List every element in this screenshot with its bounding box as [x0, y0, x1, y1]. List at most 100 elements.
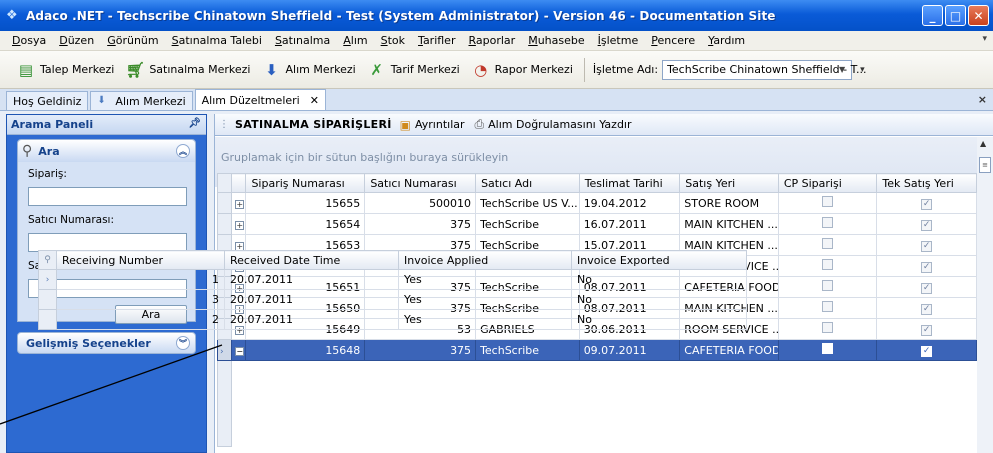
table-row[interactable]: +15654 375 TechScribe 16.07.2011 MAIN KITCHE…: [216, 213, 977, 235]
tab-hos-geldiniz[interactable]: Hoş Geldiniz: [6, 91, 89, 110]
cell-supplier-number[interactable]: 375: [364, 339, 477, 361]
single-site-checkbox[interactable]: ✓: [921, 241, 933, 252]
cell-supplier-number[interactable]: 500010: [364, 192, 477, 214]
row-cell[interactable]: ✓: [876, 192, 977, 214]
column-header-receiving-number[interactable]: Receiving Number: [56, 250, 225, 270]
cell-delivery-date[interactable]: 09.07.2011: [578, 339, 681, 361]
row-cell[interactable]: [777, 318, 878, 340]
single-site-checkbox[interactable]: ✓: [921, 283, 933, 294]
cp-order-checkbox[interactable]: [822, 259, 834, 270]
order-input[interactable]: [28, 187, 187, 206]
alim-merkezi-button[interactable]: ⬇ Alım Merkezi: [257, 56, 358, 84]
menu-isletme[interactable]: İşletme: [598, 34, 639, 47]
cell-order-number[interactable]: 15654: [245, 213, 366, 235]
column-header-single-site[interactable]: Tek Satış Yeri: [876, 173, 977, 193]
cell-invoice-applied[interactable]: Yes: [398, 309, 572, 330]
talep-merkezi-button[interactable]: ▤ Talep Merkezi: [12, 56, 117, 84]
cell-received-date[interactable]: 20.07.2011: [224, 289, 399, 310]
cell-received-date[interactable]: 20.07.2011: [224, 269, 399, 290]
cell-delivery-date[interactable]: 16.07.2011: [578, 213, 681, 235]
tab-alim-merkezi[interactable]: ⬇ Alım Merkezi: [90, 91, 193, 110]
cell-supplier-number[interactable]: 375: [364, 213, 477, 235]
cell-invoice-exported[interactable]: No: [571, 289, 747, 310]
row-cell[interactable]: [777, 255, 878, 277]
row-cell[interactable]: [777, 192, 878, 214]
cell-receiving-number[interactable]: 1: [56, 269, 225, 290]
cell-sales-site[interactable]: STORE ROOM: [679, 192, 779, 214]
vertical-scrollbar[interactable]: ▲ ≡: [977, 137, 993, 453]
cell-receiving-number[interactable]: 3: [56, 289, 225, 310]
cell-invoice-applied[interactable]: Yes: [398, 289, 572, 310]
single-site-checkbox[interactable]: ✓: [921, 346, 933, 357]
column-header-received-date[interactable]: Received Date Time: [224, 250, 399, 270]
column-header-invoice-applied[interactable]: Invoice Applied: [398, 250, 572, 270]
cell-receiving-number[interactable]: 2: [56, 309, 225, 330]
menu-dosya[interactable]: Dosya: [12, 34, 46, 47]
table-row[interactable]: › 1 20.07.2011 Yes No: [38, 269, 747, 290]
column-header-delivery-date[interactable]: Teslimat Tarihi: [578, 173, 681, 193]
column-header-supplier-number[interactable]: Satıcı Numarası: [364, 173, 477, 193]
cell-received-date[interactable]: 20.07.2011: [224, 309, 399, 330]
tab-alim-duzeltmeleri[interactable]: Alım Düzeltmeleri ✕: [194, 89, 326, 110]
maximize-button[interactable]: □: [945, 5, 966, 26]
row-cell[interactable]: ✓: [876, 234, 977, 256]
row-cell[interactable]: +: [231, 192, 247, 214]
rapor-merkezi-button[interactable]: ◔ Rapor Merkezi: [467, 56, 576, 84]
expand-row-icon[interactable]: +: [235, 220, 245, 230]
satinalma-merkezi-button[interactable]: 🛒︎ Satınalma Merkezi: [121, 56, 253, 84]
menu-stok[interactable]: Stok: [381, 34, 405, 47]
row-cell[interactable]: [777, 276, 878, 298]
single-site-checkbox[interactable]: ✓: [921, 199, 933, 210]
advanced-options-header[interactable]: Gelişmiş Seçenekler ︾: [17, 332, 196, 354]
pin-icon[interactable]: 📌︎: [188, 118, 201, 129]
single-site-checkbox[interactable]: ✓: [921, 304, 933, 315]
menu-raporlar[interactable]: Raporlar: [468, 34, 515, 47]
expand-row-icon[interactable]: −: [235, 346, 245, 356]
row-cell[interactable]: ✓: [876, 339, 977, 361]
row-cell[interactable]: [777, 213, 878, 235]
table-row[interactable]: 2 20.07.2011 Yes No: [38, 309, 747, 330]
row-cell[interactable]: [777, 339, 878, 361]
close-tab-icon[interactable]: ✕: [310, 94, 319, 107]
cp-order-checkbox[interactable]: [822, 196, 834, 207]
close-all-tabs-icon[interactable]: ×: [978, 93, 987, 106]
print-receipt-button[interactable]: ⎙ Alım Doğrulamasını Yazdır: [475, 117, 632, 132]
menu-satinalma-talebi[interactable]: Satınalma Talebi: [172, 34, 262, 47]
cell-invoice-applied[interactable]: Yes: [398, 269, 572, 290]
table-row[interactable]: +15655 500010 TechScribe US V... 19.04.2012…: [216, 192, 977, 214]
row-cell[interactable]: ✓: [876, 276, 977, 298]
cp-order-checkbox[interactable]: [822, 217, 834, 228]
column-header-invoice-exported[interactable]: Invoice Exported: [571, 250, 747, 270]
row-cell[interactable]: ✓: [876, 255, 977, 277]
menu-gorunum[interactable]: Görünüm: [107, 34, 158, 47]
cp-order-checkbox[interactable]: [822, 343, 834, 354]
cell-order-number[interactable]: 15655: [245, 192, 366, 214]
row-cell[interactable]: [777, 297, 878, 319]
menu-yardim[interactable]: Yardım: [708, 34, 745, 47]
cell-invoice-exported[interactable]: No: [571, 269, 747, 290]
table-row[interactable]: › −15648 375 TechScribe 09.07.2011 CAFETERIA …: [216, 339, 977, 361]
tarif-merkezi-button[interactable]: ✗ Tarif Merkezi: [363, 56, 463, 84]
cell-sales-site[interactable]: MAIN KITCHEN ...: [679, 213, 779, 235]
table-row[interactable]: 3 20.07.2011 Yes No: [38, 289, 747, 310]
menu-satinalma[interactable]: Satınalma: [275, 34, 330, 47]
cell-supplier-name[interactable]: TechScribe: [475, 213, 580, 235]
cell-sales-site[interactable]: CAFETERIA FOOD: [679, 339, 779, 361]
row-cell[interactable]: ✓: [876, 318, 977, 340]
row-cell[interactable]: −: [231, 339, 247, 361]
cp-order-checkbox[interactable]: [822, 322, 834, 333]
column-header-cp-order[interactable]: CP Siparişi: [777, 173, 878, 193]
cp-order-checkbox[interactable]: [822, 280, 834, 291]
menu-overflow-icon[interactable]: ▾: [982, 34, 987, 44]
cell-supplier-name[interactable]: TechScribe: [475, 339, 580, 361]
column-header-supplier-name[interactable]: Satıcı Adı: [475, 173, 580, 193]
expand-icon[interactable]: ︾: [176, 336, 190, 350]
menu-alim[interactable]: Alım: [343, 34, 367, 47]
row-cell[interactable]: +: [231, 213, 247, 235]
scroll-up-icon[interactable]: ▲: [980, 139, 986, 148]
expand-row-icon[interactable]: +: [235, 199, 245, 209]
chevron-down-icon[interactable]: ▼: [835, 63, 849, 77]
cell-delivery-date[interactable]: 19.04.2012: [578, 192, 681, 214]
row-cell[interactable]: ✓: [876, 213, 977, 235]
menu-muhasebe[interactable]: Muhasebe: [528, 34, 584, 47]
